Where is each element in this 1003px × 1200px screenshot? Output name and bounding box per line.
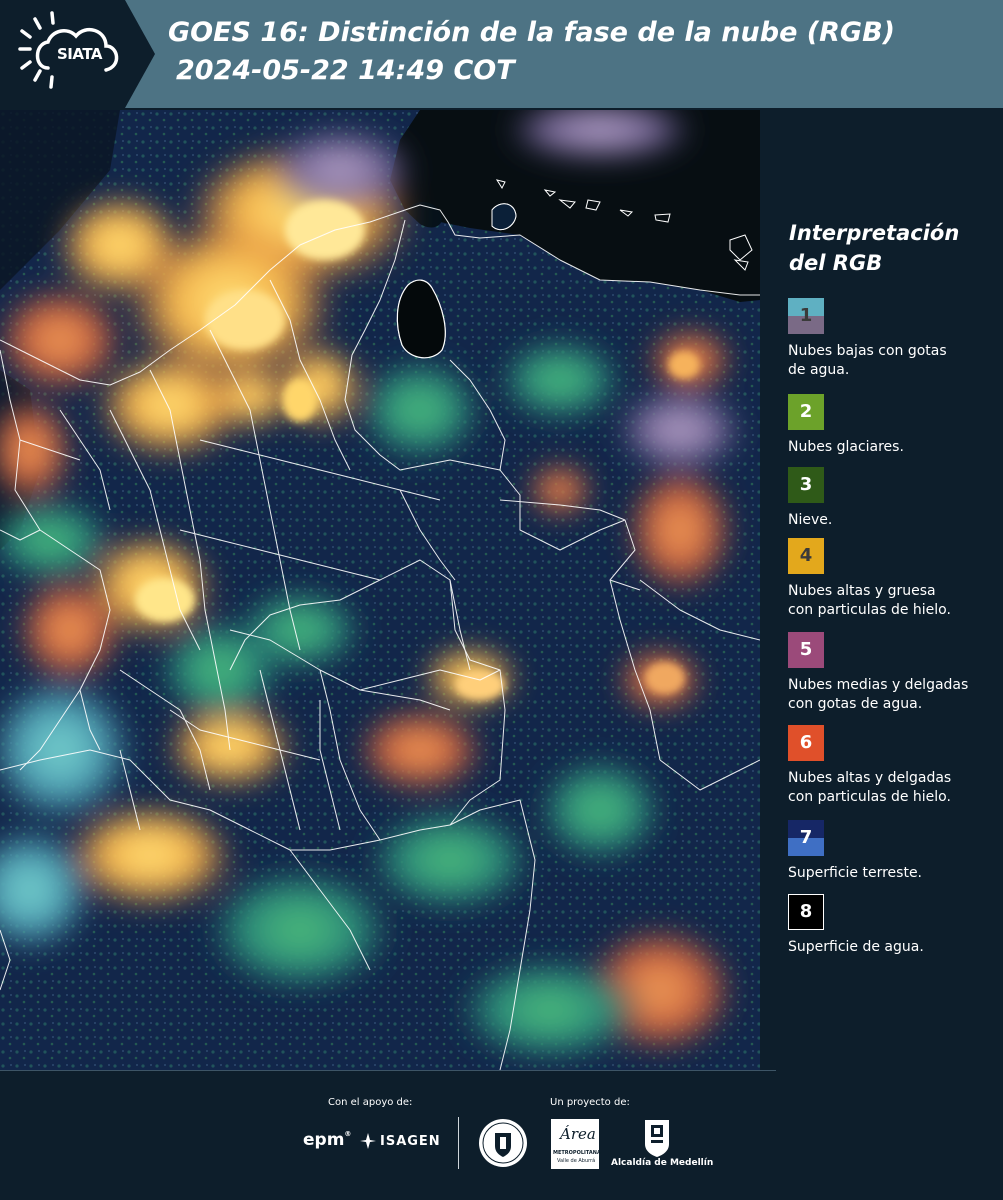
area-logo-sub2: Valle de Aburrá	[557, 1158, 596, 1164]
legend-panel: Interpretación del RGB 1 Nubes bajas con…	[762, 110, 1003, 1070]
legend-label-8-line-1: Superficie de agua.	[788, 939, 924, 955]
medellin-seal-logo	[478, 1118, 528, 1168]
legend-label-1-line-2: de agua.	[788, 362, 850, 378]
legend-number-6: 6	[799, 732, 813, 753]
footer-separator	[458, 1117, 459, 1169]
page-title: GOES 16: Distinción de la fase de la nub…	[168, 14, 895, 90]
legend-label-5-line-1: Nubes medias y delgadas	[788, 677, 969, 693]
legend-item-8: 8 Superficie de agua.	[788, 894, 1003, 957]
satellite-rgb-map[interactable]	[0, 110, 760, 1070]
legend-swatch-3: 3	[788, 467, 824, 503]
legend-number-2: 2	[799, 401, 813, 422]
legend-swatch-7: 7	[788, 820, 824, 856]
project-label: Un proyecto de:	[550, 1097, 630, 1108]
siata-logo-text: SIATA	[57, 45, 103, 63]
legend-label-2: Nubes glaciares.	[788, 438, 1003, 457]
area-logo-text: Área	[560, 1125, 596, 1143]
legend-number-4: 4	[799, 545, 813, 566]
title-line-2-timestamp: 2024-05-22 14:49 COT	[176, 55, 515, 86]
footer-divider	[0, 1070, 776, 1071]
legend-item-7: 7 Superficie terreste.	[788, 820, 1003, 883]
legend-item-6: 6 Nubes altas y delgadas con particulas …	[788, 725, 1003, 807]
legend-swatch-4: 4	[788, 538, 824, 574]
header-banner: SIATA GOES 16: Distinción de la fase de …	[0, 0, 1003, 108]
legend-item-2: 2 Nubes glaciares.	[788, 394, 1003, 457]
legend-label-7-line-1: Superficie terreste.	[788, 865, 923, 881]
legend-number-3: 3	[799, 474, 813, 495]
isagen-logo-icon	[359, 1132, 377, 1150]
legend-item-5: 5 Nubes medias y delgadas con gotas de a…	[788, 632, 1003, 714]
map-graphic	[0, 110, 760, 1070]
legend-label-6-line-1: Nubes altas y delgadas	[788, 770, 952, 786]
legend-item-1: 1 Nubes bajas con gotas de agua.	[788, 298, 1003, 380]
alcaldia-shield-logo	[643, 1118, 671, 1158]
isagen-logo-text: ISAGEN	[380, 1134, 441, 1149]
area-metropolitana-logo: Área METROPOLITANA Valle de Aburrá	[551, 1119, 601, 1169]
legend-item-3: 3 Nieve.	[788, 467, 1003, 530]
title-line-1: GOES 16: Distinción de la fase de la nub…	[168, 17, 895, 48]
legend-label-4-line-1: Nubes altas y gruesa	[788, 583, 936, 599]
legend-label-6-line-2: con particulas de hielo.	[788, 789, 951, 805]
epm-logo: epm®	[303, 1130, 352, 1150]
legend-swatch-1: 1	[788, 298, 824, 334]
legend-label-2-line-1: Nubes glaciares.	[788, 439, 904, 455]
legend-label-6: Nubes altas y delgadas con particulas de…	[788, 769, 1003, 807]
legend-label-8: Superficie de agua.	[788, 938, 1003, 957]
siata-logo: SIATA	[0, 0, 155, 108]
legend-swatch-5: 5	[788, 632, 824, 668]
legend-label-3-line-1: Nieve.	[788, 512, 833, 528]
legend-item-4: 4 Nubes altas y gruesa con particulas de…	[788, 538, 1003, 620]
legend-swatch-2: 2	[788, 394, 824, 430]
legend-number-7: 7	[799, 827, 813, 848]
legend-label-3: Nieve.	[788, 511, 1003, 530]
page: SIATA GOES 16: Distinción de la fase de …	[0, 0, 1003, 1200]
legend-number-1: 1	[799, 305, 813, 326]
legend-title: Interpretación del RGB	[789, 221, 960, 275]
legend-label-1: Nubes bajas con gotas de agua.	[788, 342, 1003, 380]
epm-logo-text: epm	[303, 1130, 345, 1150]
legend-label-4: Nubes altas y gruesa con particulas de h…	[788, 582, 1003, 620]
legend-label-1-line-1: Nubes bajas con gotas	[788, 343, 947, 359]
legend-label-5-line-2: con gotas de agua.	[788, 696, 923, 712]
legend-label-5: Nubes medias y delgadas con gotas de agu…	[788, 676, 1003, 714]
legend-label-4-line-2: con particulas de hielo.	[788, 602, 951, 618]
legend-label-7: Superficie terreste.	[788, 864, 1003, 883]
legend-swatch-6: 6	[788, 725, 824, 761]
legend-swatch-8: 8	[788, 894, 824, 930]
legend-number-5: 5	[799, 639, 813, 660]
legend-number-8: 8	[799, 901, 813, 922]
support-label: Con el apoyo de:	[328, 1097, 413, 1108]
area-logo-sub1: METROPOLITANA	[553, 1150, 601, 1156]
alcaldia-logo-text: Alcaldía de Medellín	[611, 1158, 714, 1168]
